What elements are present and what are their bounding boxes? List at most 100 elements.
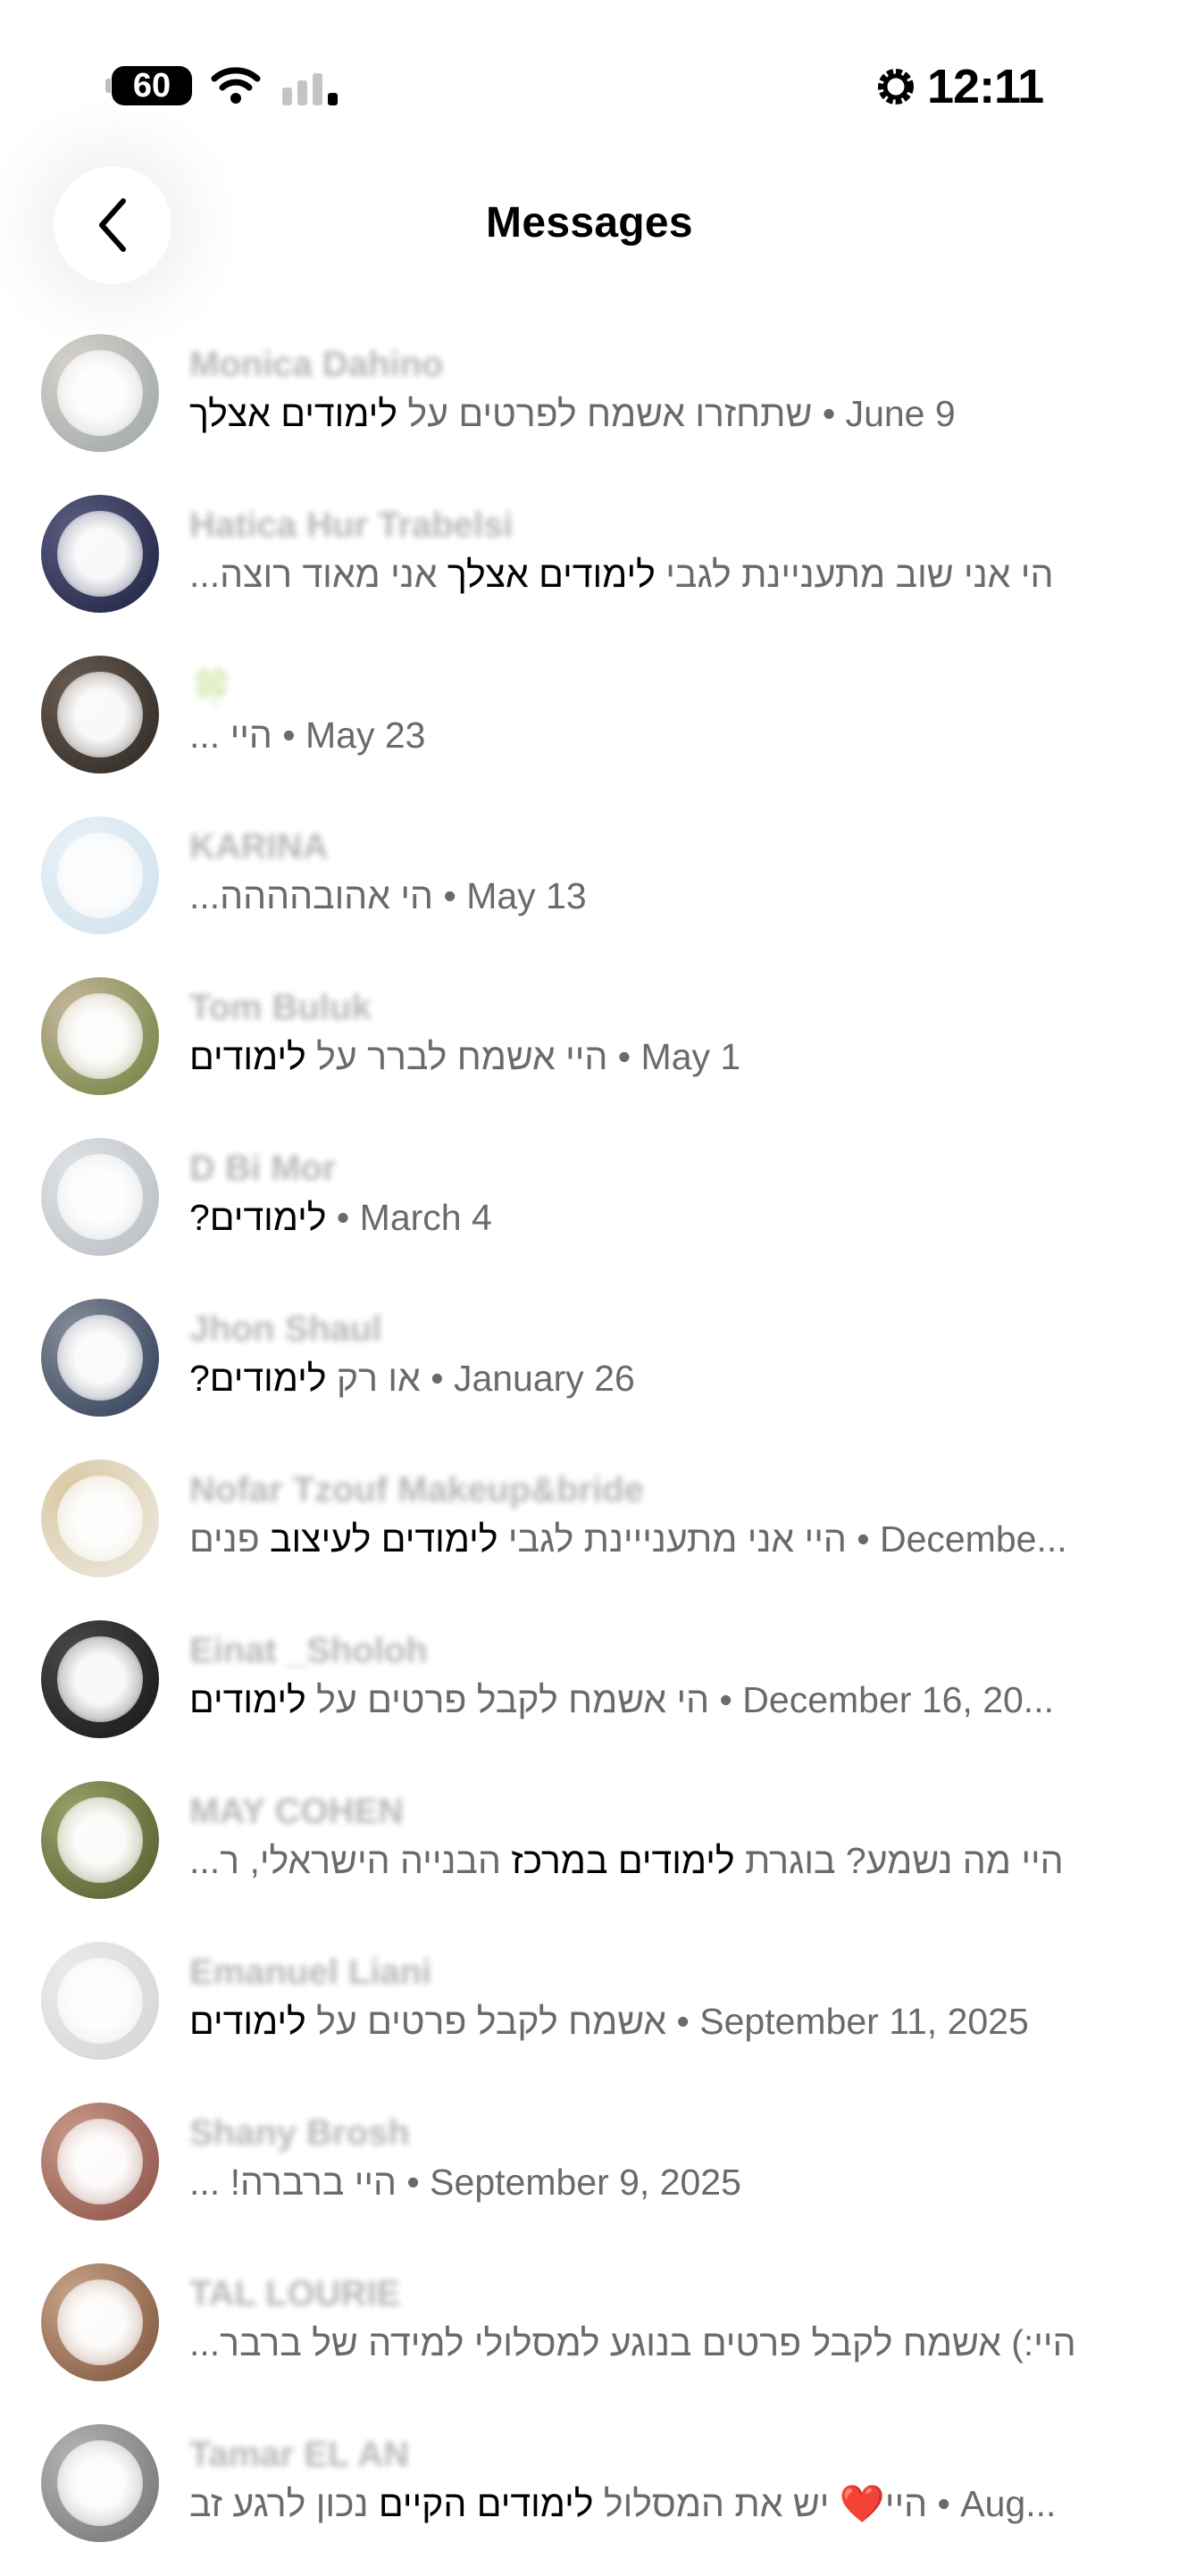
- avatar[interactable]: [41, 2263, 159, 2381]
- avatar[interactable]: [41, 656, 159, 774]
- message-preview-line: לימודים? • March 4: [189, 1197, 1118, 1245]
- message-preview-line: היי אני מתענייינת לגבי לימודים לעיצוב פנ…: [189, 1518, 1118, 1567]
- separator-dot: •: [272, 715, 305, 756]
- avatar[interactable]: [41, 2103, 159, 2221]
- preview-text: היי אני מתענייינת לגבי: [498, 1518, 847, 1560]
- avatar[interactable]: [41, 1459, 159, 1577]
- message-date: Decembe...: [879, 1518, 1067, 1560]
- separator-dot: •: [927, 2483, 961, 2524]
- message-preview: אשמח לקבל פרטים על לימודים: [189, 2001, 666, 2042]
- message-date: December 16, 20...: [742, 1679, 1054, 1720]
- preview-keyword-highlight: לימודים במרכז: [511, 1840, 735, 1881]
- message-preview-line: היי מה נשמע? בוגרת לימודים במרכז הבנייה …: [189, 1840, 1118, 1888]
- message-preview: הי אשמח לקבל פרטים על לימודים: [189, 1679, 709, 1720]
- preview-text-tail: נכון לרגע זב: [189, 2483, 379, 2524]
- message-date: September 11, 2025: [699, 2001, 1029, 2042]
- cellular-signal-icon: [282, 68, 343, 105]
- gear-icon: [878, 69, 914, 105]
- conversation-row[interactable]: Einat _Sholoh הי אשמח לקבל פרטים על לימוד…: [0, 1611, 1179, 1772]
- message-preview: או רק לימודים?: [189, 1358, 421, 1399]
- separator-dot: •: [420, 1358, 454, 1399]
- message-preview-line: היי ברברה! ... • September 9, 2025: [189, 2162, 1118, 2210]
- contact-name: Nofar Tzouf Makeup&bride: [189, 1470, 644, 1510]
- conversation-row[interactable]: Monica Dahino שתחזרו אשמח לפרטים על לימוד…: [0, 325, 1179, 486]
- message-date: Aug...: [960, 2483, 1057, 2524]
- conversation-row[interactable]: Hatica Hur Trabelsi הי אני שוב מתעניינת ל…: [0, 486, 1179, 647]
- conversation-row[interactable]: Tamar EL AN היי❤️ יש את המסלול לימודים הק…: [0, 2415, 1179, 2576]
- message-preview: הי אהובהההה...: [189, 875, 433, 916]
- preview-text: היי אשמח לברר על: [305, 1036, 608, 1077]
- message-preview-line: שתחזרו אשמח לפרטים על לימודים אצלך • Jun…: [189, 393, 1118, 441]
- message-preview-line: הי אהובהההה... • May 13: [189, 875, 1118, 924]
- preview-keyword-highlight: לימודים: [189, 2001, 306, 2042]
- avatar[interactable]: [41, 1138, 159, 1256]
- avatar[interactable]: [41, 977, 159, 1095]
- conversation-row[interactable]: KARINA הי אהובהההה... • May 13: [0, 807, 1179, 968]
- preview-text: או רק: [326, 1358, 421, 1399]
- message-preview-line: או רק לימודים? • January 26: [189, 1358, 1118, 1406]
- message-preview: הי אני שוב מתעניינת לגבי לימודים אצלך אנ…: [189, 554, 1053, 595]
- message-date: September 9, 2025: [430, 2162, 741, 2203]
- message-preview-line: היי ... • May 23: [189, 715, 1118, 763]
- contact-name: Jhon Shaul: [189, 1309, 382, 1349]
- avatar[interactable]: [41, 1942, 159, 2060]
- preview-keyword-highlight: לימודים לעיצוב: [270, 1518, 498, 1560]
- avatar[interactable]: [41, 1299, 159, 1417]
- preview-keyword-highlight: לימודים אצלך: [189, 393, 398, 434]
- message-preview-line: היי❤️ יש את המסלול לימודים הקיים נכון לר…: [189, 2483, 1118, 2531]
- avatar[interactable]: [41, 1620, 159, 1738]
- conversation-list: Monica Dahino שתחזרו אשמח לפרטים על לימוד…: [0, 325, 1179, 2576]
- contact-name: Hatica Hur Trabelsi: [189, 506, 514, 545]
- message-date: January 26: [453, 1358, 635, 1399]
- conversation-row[interactable]: TAL LOURIE היי:) אשמח לקבל פרטים בנוגע למ…: [0, 2254, 1179, 2415]
- message-preview: היי ברברה! ...: [189, 2162, 397, 2203]
- contact-name: KARINA: [189, 827, 329, 866]
- preview-text: הי אשמח לקבל פרטים על: [305, 1679, 710, 1720]
- contact-name: Einat _Sholoh: [189, 1631, 428, 1670]
- avatar[interactable]: [41, 2424, 159, 2542]
- separator-dot: •: [812, 393, 846, 434]
- avatar[interactable]: [41, 334, 159, 452]
- preview-text: היי:) אשמח לקבל פרטים בנוגע למסלולי למיד…: [189, 2322, 1076, 2363]
- preview-text-tail: אני מאוד רוצה...: [189, 554, 447, 595]
- conversation-row[interactable]: 🍀 היי ... • May 23: [0, 647, 1179, 807]
- avatar[interactable]: [41, 1781, 159, 1899]
- message-date: May 13: [466, 875, 587, 916]
- contact-name: MAY COHEN: [189, 1792, 405, 1831]
- contact-name: D Bi Mor: [189, 1149, 337, 1188]
- separator-dot: •: [326, 1197, 360, 1238]
- conversation-row[interactable]: Shany Brosh היי ברברה! ... • September 9,…: [0, 2094, 1179, 2254]
- avatar[interactable]: [41, 816, 159, 934]
- message-date: May 23: [305, 715, 426, 756]
- separator-dot: •: [846, 1518, 880, 1560]
- contact-name: TAL LOURIE: [189, 2274, 401, 2313]
- wifi-icon: [211, 67, 261, 104]
- message-preview-line: אשמח לקבל פרטים על לימודים • September 1…: [189, 2001, 1118, 2049]
- message-date: March 4: [359, 1197, 492, 1238]
- preview-text: שתחזרו אשמח לפרטים על: [397, 393, 813, 434]
- preview-text-tail: פנים: [189, 1518, 270, 1560]
- preview-keyword-highlight: לימודים?: [189, 1197, 327, 1238]
- message-preview-line: הי אשמח לקבל פרטים על לימודים • December…: [189, 1679, 1118, 1727]
- contact-name: Shany Brosh: [189, 2113, 410, 2153]
- conversation-row[interactable]: D Bi Mor לימודים? • March 4: [0, 1129, 1179, 1290]
- separator-dot: •: [607, 1036, 641, 1077]
- message-date: June 9: [845, 393, 956, 434]
- conversation-row[interactable]: MAY COHEN היי מה נשמע? בוגרת לימודים במרכ…: [0, 1772, 1179, 1933]
- conversation-row[interactable]: Emanuel Liani אשמח לקבל פרטים על לימודים …: [0, 1933, 1179, 2094]
- preview-text: אשמח לקבל פרטים על: [305, 2001, 667, 2042]
- preview-keyword-highlight: לימודים הקיים: [378, 2483, 594, 2524]
- message-preview-line: היי אשמח לברר על לימודים • May 1: [189, 1036, 1118, 1084]
- avatar[interactable]: [41, 495, 159, 613]
- separator-dot: •: [666, 2001, 700, 2042]
- status-bar: 60 12:11: [0, 0, 1179, 170]
- conversation-row[interactable]: Tom Buluk היי אשמח לברר על לימודים • May …: [0, 968, 1179, 1129]
- conversation-row[interactable]: Nofar Tzouf Makeup&bride היי אני מתענייינ…: [0, 1451, 1179, 1611]
- separator-dot: •: [433, 875, 467, 916]
- preview-keyword-highlight: לימודים?: [189, 1358, 327, 1399]
- message-preview: שתחזרו אשמח לפרטים על לימודים אצלך: [189, 393, 812, 434]
- contact-name: Emanuel Liani: [189, 1953, 432, 1992]
- preview-text: היי❤️ יש את המסלול: [593, 2483, 928, 2524]
- separator-dot: •: [709, 1679, 743, 1720]
- conversation-row[interactable]: Jhon Shaul או רק לימודים? • January 26: [0, 1290, 1179, 1451]
